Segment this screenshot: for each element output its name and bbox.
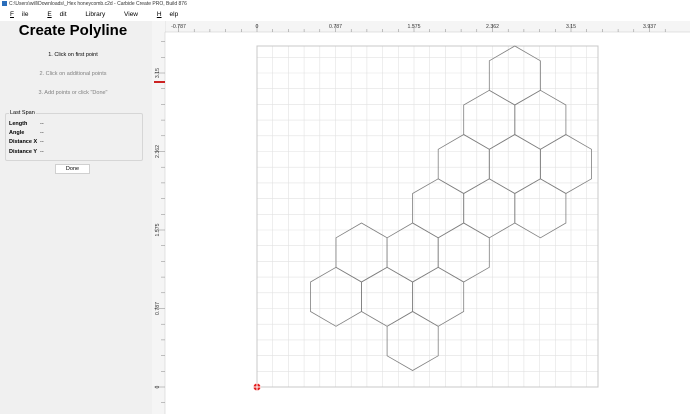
window-title: C:\Users\will\Downloads\_Hex honeycomb.c…: [9, 1, 187, 7]
angle-label: Angle: [9, 130, 25, 136]
title-bar: C:\Users\will\Downloads\_Hex honeycomb.c…: [0, 0, 690, 9]
x-ruler-label: 0.787: [329, 24, 342, 30]
length-label: Length: [9, 121, 28, 127]
panel-title: Create Polyline: [18, 22, 128, 39]
menu-view[interactable]: View: [115, 9, 146, 21]
y-ruler-label: 0.787: [155, 302, 161, 315]
y-ruler-label: 2.362: [155, 145, 161, 158]
distance-y-value: --: [40, 149, 44, 155]
x-ruler-label: 3.937: [643, 24, 656, 30]
tool-panel: Create Polyline 1. Click on first point …: [0, 21, 152, 414]
menu-edit[interactable]: Edit: [38, 9, 74, 21]
left-ruler: [152, 21, 165, 414]
design-canvas[interactable]: -0.78700.7871.5752.3623.153.9374.7245.5 …: [152, 21, 690, 414]
distance-x-label: Distance X: [9, 139, 38, 145]
distance-x-value: --: [40, 139, 44, 145]
step-1: 1. Click on first point: [48, 52, 98, 58]
length-value: --: [40, 121, 44, 127]
y-ruler-label: 0: [155, 385, 161, 388]
y-ruler-label: 3.15: [155, 68, 161, 78]
x-ruler-label: 0: [256, 24, 259, 30]
angle-row: Angle --: [9, 130, 44, 137]
distance-y-label: Distance Y: [9, 149, 38, 155]
x-ruler-label: 3.15: [566, 24, 576, 30]
angle-value: --: [40, 130, 44, 136]
distance-x-row: Distance X --: [9, 139, 44, 146]
x-ruler-label: -0.787: [171, 24, 186, 30]
step-3: 3. Add points or click "Done": [38, 90, 108, 96]
x-ruler-label: 2.362: [486, 24, 499, 30]
app-icon: [2, 1, 7, 6]
menu-help[interactable]: Help: [148, 9, 186, 21]
last-span-group: Last Span Length -- Angle -- Distance X -- …: [5, 110, 143, 161]
menu-file[interactable]: File: [0, 9, 37, 21]
last-span-title: Last Span: [9, 110, 36, 117]
cursor-position-marker: [154, 81, 165, 83]
y-ruler-label: 1.575: [155, 223, 161, 236]
length-row: Length --: [9, 121, 44, 128]
menu-library[interactable]: Library: [76, 9, 113, 21]
top-ruler: [152, 21, 690, 32]
menu-bar: File Edit Library View Help: [0, 9, 690, 21]
x-ruler-label: 1.575: [408, 24, 421, 30]
distance-y-row: Distance Y --: [9, 149, 44, 156]
canvas-background: [152, 21, 690, 414]
ruler-corner: [152, 21, 165, 32]
done-button[interactable]: Done: [55, 164, 90, 174]
step-2: 2. Click on additional points: [39, 71, 107, 77]
